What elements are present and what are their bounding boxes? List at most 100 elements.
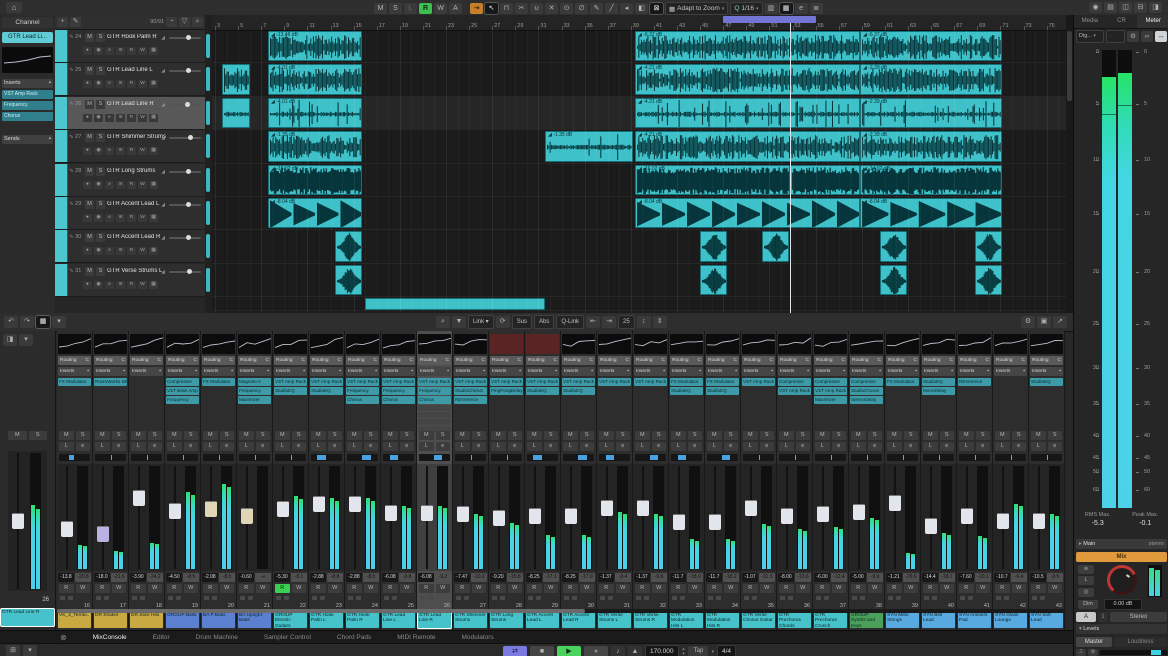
write-automation-button[interactable]: W (76, 584, 91, 593)
track-solo-button[interactable]: S (96, 66, 105, 75)
automation-s-button[interactable]: S (389, 3, 402, 14)
lower-zone-tab-mixconsole[interactable]: MixConsole (93, 634, 127, 641)
solo-button[interactable]: S (29, 431, 48, 440)
record-enable-icon[interactable] (600, 596, 605, 600)
monitor-icon[interactable] (392, 596, 397, 600)
insert-slot[interactable]: StudioEQ (526, 387, 559, 395)
channel-curve-display[interactable] (94, 334, 127, 354)
edit-channel-button[interactable]: e (184, 442, 199, 451)
channel-strip[interactable]: RoutingCInserts▪VST Amp RackStudioChorus… (453, 331, 489, 630)
left-zone-icon[interactable]: ◫ (1119, 2, 1132, 13)
slider-handle[interactable] (188, 135, 193, 140)
track-filter-icon[interactable]: ▽ (179, 17, 190, 27)
write-automation-button[interactable]: W (184, 584, 199, 593)
monitor-a-button[interactable]: A (1076, 612, 1096, 622)
record-enable-icon[interactable] (168, 596, 173, 600)
solo-button[interactable]: S (436, 431, 451, 440)
qlink-button[interactable]: Q-Link (556, 315, 584, 329)
edit-channel-button[interactable]: e (616, 442, 631, 451)
pan-control[interactable] (1031, 454, 1062, 461)
auto-scroll-icon[interactable]: ⇥ (470, 3, 483, 14)
track-solo-button[interactable]: S (96, 167, 105, 176)
peak-db-value[interactable]: -9.4 (615, 573, 631, 582)
insert-slot[interactable]: VST Amp Rack (814, 387, 847, 395)
monitor-icon[interactable] (644, 596, 649, 600)
track-volume-slider[interactable] (169, 171, 201, 173)
play-button[interactable]: ▶ (557, 646, 581, 656)
monitor-icon[interactable]: ◉ (94, 47, 103, 55)
insert-slot[interactable]: FX Modulator (706, 378, 739, 386)
record-enable-icon[interactable] (96, 596, 101, 600)
read-automation-button[interactable]: R (383, 584, 398, 593)
channel-strip[interactable]: RoutingCInserts▪FX ModulatorStudioEQMSLe… (669, 331, 705, 630)
read-automation-button[interactable]: R (275, 584, 290, 593)
mute-button[interactable]: M (1031, 431, 1046, 440)
fader-handle[interactable] (709, 514, 721, 530)
slider-handle[interactable] (186, 68, 191, 73)
routing-rack-header[interactable]: RoutingC (202, 356, 235, 365)
peak-db-value[interactable]: -20.8 (75, 573, 91, 582)
insert-slot[interactable]: VST Amp Rack (526, 378, 559, 386)
channel-strip[interactable]: RoutingCInserts▪StudioEQMonoDelayMSLe-14… (921, 331, 957, 630)
fader-handle[interactable] (313, 496, 325, 512)
edit-channel-button[interactable]: e (112, 442, 127, 451)
peak-db-value[interactable]: -29.6 (903, 573, 919, 582)
write-automation-button[interactable]: W (724, 584, 739, 593)
insert-slot[interactable]: Chorus (418, 396, 451, 404)
listen-button[interactable]: L (95, 442, 110, 451)
absolute-link-button[interactable]: Abs (534, 315, 554, 329)
solo-button[interactable]: S (976, 431, 991, 440)
peak-db-value[interactable]: -11.3 (759, 573, 775, 582)
lower-zone-tab-drum-machine[interactable]: Drum Machine (196, 634, 238, 641)
mute-button[interactable]: M (995, 431, 1010, 440)
mute-button[interactable]: M (455, 431, 470, 440)
record-enable-icon[interactable] (492, 596, 497, 600)
track-mute-button[interactable]: M (85, 66, 94, 75)
fader-db-value[interactable]: -1.07 (742, 573, 758, 582)
audio-event[interactable] (762, 231, 789, 261)
peak-db-value[interactable]: -9.8 (399, 573, 415, 582)
fader-db-value[interactable]: -13.8 (58, 573, 74, 582)
insert-slot[interactable]: MonoDelay (922, 387, 955, 395)
insert-slot[interactable]: Maximizer (814, 396, 847, 404)
record-enable-icon[interactable]: ● (83, 114, 92, 122)
listen-button[interactable]: L (779, 442, 794, 451)
cr-meter-button[interactable]: ≋ (1078, 565, 1094, 574)
mute-button[interactable]: M (743, 431, 758, 440)
peak-db-value[interactable]: -8.8 (327, 573, 343, 582)
listen-button[interactable]: L (671, 442, 686, 451)
fader-handle[interactable] (997, 513, 1009, 529)
listen-button[interactable]: L (419, 442, 434, 451)
fader-db-value[interactable]: -6.00 (814, 573, 830, 582)
channel-curve-display[interactable] (1030, 334, 1063, 354)
peak-db-value[interactable]: -9.9 (867, 573, 883, 582)
routing-rack-header[interactable]: RoutingC (742, 356, 775, 365)
channel-curve-display[interactable] (706, 334, 739, 354)
pan-control[interactable] (887, 454, 918, 461)
monitor-icon[interactable] (752, 596, 757, 600)
channel-name-label[interactable]: GTR Verse Strums R (634, 612, 667, 628)
audio-event[interactable] (335, 231, 362, 261)
channel-name-label[interactable]: DR Stick Hits (130, 612, 163, 628)
solo-button[interactable]: S (544, 431, 559, 440)
edit-channel-icon[interactable]: e (105, 247, 114, 255)
inserts-rack-header[interactable]: Inserts▪ (742, 367, 775, 376)
listen-enable-button[interactable]: L (1078, 576, 1094, 585)
read-automation-button[interactable]: R (491, 584, 506, 593)
channel-name-label[interactable]: GTR Accent Lead L (526, 612, 559, 628)
write-automation-button[interactable]: W (688, 584, 703, 593)
routing-rack-header[interactable]: RoutingC (454, 356, 487, 365)
audio-event[interactable]: ◢ -4.01 dB (268, 64, 362, 94)
fader-handle[interactable] (61, 521, 73, 537)
inserts-rack-header[interactable]: Inserts▪ (958, 367, 991, 376)
routing-rack-header[interactable]: RoutingC (922, 356, 955, 365)
record-enable-icon[interactable] (888, 596, 893, 600)
peak-db-value[interactable]: -9.5 (1047, 573, 1063, 582)
transport-left-icon[interactable]: ▾ (23, 645, 37, 656)
audio-event[interactable]: ◢ -13.46 dB (268, 31, 362, 61)
pan-control[interactable] (563, 454, 594, 461)
mute-button[interactable]: M (203, 431, 218, 440)
channel-strip[interactable]: RoutingCInserts▪VST Amp RackPingPongDela… (489, 331, 525, 630)
record-button[interactable]: ● (584, 646, 608, 656)
listen-button[interactable]: L (815, 442, 830, 451)
